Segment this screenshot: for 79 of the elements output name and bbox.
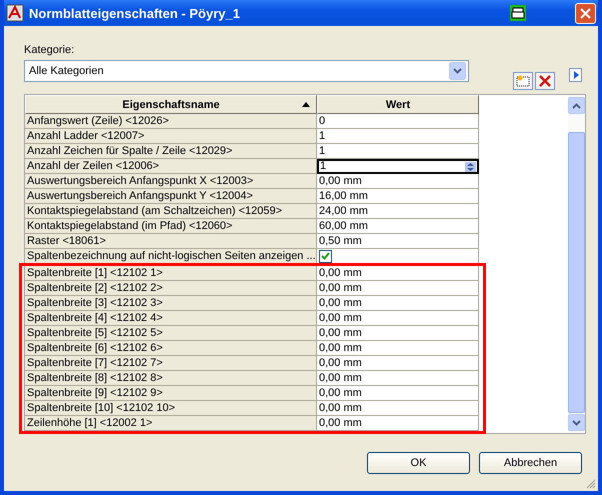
property-name: Spaltenbreite [7] <12102 7> [25,356,317,371]
property-name: Spaltenbreite [2] <12102 2> [25,281,317,296]
property-name: Kontaktspiegelabstand (am Schaltzeichen) <12059> [25,204,317,219]
property-name: Zeilenhöhe [1] <12002 1> [25,416,317,431]
property-name: Kontaktspiegelabstand (im Pfad) <12060> [25,219,317,234]
table-cell: 0,00 mm [317,416,479,431]
table-cell: 0,00 mm [317,311,479,326]
property-name: Spaltenbreite [5] <12102 5> [25,326,317,341]
property-name: Spaltenbreite [6] <12102 6> [25,341,317,356]
window-title: Normblatteigenschaften - Pöyry_1 [29,6,241,20]
spin-arrows-icon[interactable] [465,162,476,172]
property-name: Spaltenbreite [9] <12102 9> [25,386,317,401]
table-row[interactable]: Auswertungsbereich Anfangspunkt Y <12004> 16,00 mm [25,189,481,204]
new-item-button[interactable] [513,72,533,90]
scrollbar[interactable] [568,95,585,433]
scroll-up-button[interactable] [568,97,585,114]
table-row[interactable]: Raster <18061> 0,50 mm [25,234,481,249]
checkmark-icon [321,252,330,260]
table-row[interactable]: Spaltenbezeichnung auf nicht-logischen Seiten anzeigen ... [25,249,481,264]
value-spin-field[interactable]: 1 [317,159,479,174]
table-cell: 0 [317,114,479,129]
property-name: Anfangswert (Zeile) <12026> [25,114,317,129]
property-name: Anzahl Zeichen für Spalte / Zeile <12029> [25,144,317,159]
table-row[interactable]: Anfangswert (Zeile) <12026> 0 [25,114,481,129]
property-name: Spaltenbreite [4] <12102 4> [25,311,317,326]
table-cell: 0,00 mm [317,401,479,416]
scroll-thumb[interactable] [568,132,585,413]
category-dropdown[interactable]: Alle Kategorien [24,60,469,82]
close-icon [580,8,591,18]
table-row[interactable]: Anzahl Ladder <12007> 1 [25,129,481,144]
chevron-up-icon [572,102,581,108]
table-row[interactable]: Kontaktspiegelabstand (am Schaltzeichen) <12059> 24,00 mm [25,204,481,219]
expand-button[interactable] [569,68,582,82]
close-button[interactable] [575,2,596,24]
chevron-down-icon [572,420,581,426]
table-row[interactable]: Kontaktspiegelabstand (im Pfad) <12060> 60,00 mm [25,219,481,234]
table-cell: 0,00 mm [317,174,479,189]
property-name: Spaltenbreite [1] <12102 1> [25,266,317,281]
property-name: Spaltenbreite [8] <12102 8> [25,371,317,386]
property-name: Anzahl Ladder <12007> [25,129,317,144]
table-cell: 0,00 mm [317,356,479,371]
column-header[interactable]: Wert [317,95,479,114]
property-name: Raster <18061> [25,234,317,249]
table-cell: 0,50 mm [317,234,479,249]
ok-button[interactable]: OK [367,452,470,474]
property-name: Anzahl der Zeilen <12006> [25,159,317,174]
app-icon [6,4,24,22]
property-name: Auswertungsbereich Anfangspunkt X <12003> [25,174,317,189]
table-cell: 1 [317,129,479,144]
table-row[interactable]: Anzahl der Zeilen <12006> 1 [25,159,481,174]
table-cell: 0,00 mm [317,281,479,296]
property-name: Spaltenbezeichnung auf nicht-logischen Seiten anzeigen ... [25,249,317,264]
resize-grip-icon[interactable] [586,479,596,489]
table-cell: 24,00 mm [317,204,479,219]
table-cell: 0,00 mm [317,341,479,356]
table-cell: 0,00 mm [317,326,479,341]
delete-button[interactable] [535,72,555,90]
property-name: Spaltenbreite [3] <12102 3> [25,296,317,311]
table-cell: 1 [317,144,479,159]
category-label: Kategorie: [24,44,76,56]
checkbox[interactable] [319,250,332,262]
column-header[interactable]: Eigenschaftsname [25,95,317,114]
table-cell: 60,00 mm [317,219,479,234]
table-cell: 0,00 mm [317,371,479,386]
new-item-icon [516,75,530,87]
table-cell: 0,00 mm [317,296,479,311]
table-row[interactable]: Zeilenhöhe [1] <12002 1> 0,00 mm [19,416,486,431]
scroll-down-button[interactable] [568,414,585,431]
table-row[interactable]: Auswertungsbereich Anfangspunkt X <12003> 0,00 mm [25,174,481,189]
cancel-button[interactable]: Abbrechen [479,452,582,474]
table-row[interactable]: Anzahl Zeichen für Spalte / Zeile <12029> 1 [25,144,481,159]
printer-icon[interactable] [510,5,526,21]
table-cell: 16,00 mm [317,189,479,204]
table-cell: 0,00 mm [317,386,479,401]
play-arrow-icon [572,71,580,79]
delete-icon [538,74,552,88]
table-cell: 0,00 mm [317,266,479,281]
property-name: Spaltenbreite [10] <12102 10> [25,401,317,416]
property-name: Auswertungsbereich Anfangspunkt Y <12004> [25,189,317,204]
